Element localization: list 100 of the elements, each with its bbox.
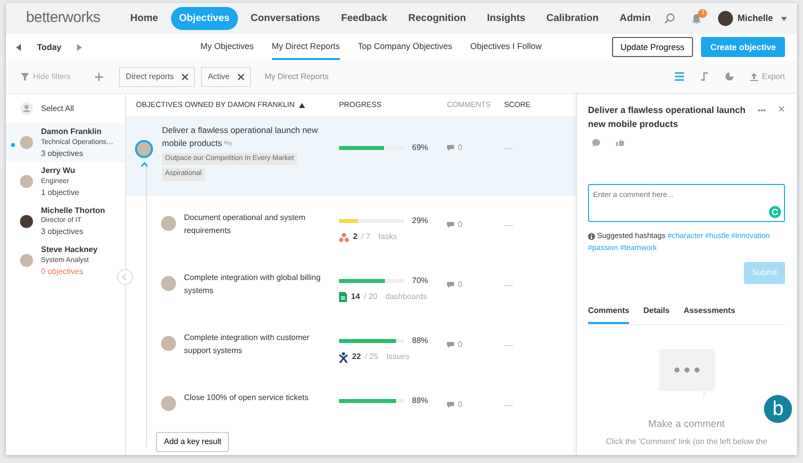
total-count: / 25	[364, 351, 378, 363]
filter-chip[interactable]: Active	[200, 66, 251, 86]
comment-icon[interactable]	[447, 222, 454, 228]
score-value: —	[504, 399, 513, 412]
comments-icon	[224, 140, 232, 146]
search-icon[interactable]	[664, 13, 676, 24]
person-name: Michelle Thorton	[41, 204, 105, 216]
person-name: Jerry Wu	[41, 165, 76, 177]
nav-tab[interactable]: Insights	[479, 7, 534, 30]
score-value: —	[504, 142, 513, 155]
more-menu[interactable]: •••	[758, 105, 766, 131]
next-icon[interactable]	[77, 44, 82, 50]
score-value: —	[504, 339, 513, 352]
nav-tab[interactable]: Calibration	[538, 7, 607, 30]
filter-icon[interactable]	[21, 72, 29, 80]
previous-icon[interactable]	[16, 44, 21, 50]
collapse-icon[interactable]	[117, 269, 133, 285]
key-result-row[interactable]: Complete integration with customer support systems 88% 22 / 25 Issues 0 —	[126, 316, 576, 376]
key-result-title[interactable]: Document operational and system requirements	[184, 196, 334, 256]
filter-chip[interactable]: Direct reports	[118, 66, 195, 86]
avatar	[161, 216, 176, 231]
comment-icon[interactable]	[592, 139, 600, 147]
key-result-row[interactable]: Document operational and system requirements 29% 2 / 7 tasks 0 —	[126, 196, 576, 256]
period-label: Today	[37, 40, 62, 54]
panel-title: Deliver a flawless operational launch new mobile products	[588, 104, 747, 131]
progress-percent: 88%	[412, 335, 428, 347]
avatar	[161, 396, 176, 411]
nav-tab[interactable]: Admin	[612, 7, 659, 30]
comment-icon[interactable]	[447, 282, 454, 288]
dots-icon	[339, 232, 349, 242]
source-unit: dashboards	[385, 291, 428, 303]
caret-icon[interactable]	[781, 16, 787, 20]
comment-count: 0	[458, 279, 462, 291]
progress-percent: 69%	[412, 142, 428, 154]
speech-bubble-icon	[658, 349, 714, 401]
view-tab[interactable]: My Objectives	[200, 34, 254, 60]
view-tab[interactable]: Objectives I Follow	[470, 34, 542, 60]
avatar	[161, 336, 176, 351]
key-result-title[interactable]: Complete integration with customer support systems	[184, 316, 334, 376]
select-all-option[interactable]: Select All	[41, 102, 74, 114]
empty-title: Make a comment	[648, 418, 725, 432]
chart-view-icon[interactable]	[724, 72, 734, 81]
thumbs-up-icon[interactable]	[616, 139, 624, 146]
document-icon	[339, 292, 347, 302]
remove-icon[interactable]	[238, 74, 244, 80]
empty-text: Click the 'Comment' link (on the left below the	[606, 436, 768, 448]
sort-icon[interactable]	[298, 102, 305, 108]
bell-icon[interactable]	[691, 12, 702, 24]
source-unit: tasks	[378, 231, 398, 243]
nav-tab[interactable]: Home	[122, 7, 166, 30]
comment-count: 0	[458, 339, 462, 351]
comment-icon[interactable]	[447, 342, 454, 348]
refresh-icon[interactable]	[769, 206, 781, 218]
objective-title[interactable]: Deliver a flawless operational launch new mobile products	[162, 124, 339, 150]
progress-percent: 70%	[412, 275, 428, 287]
score-value: —	[504, 279, 513, 292]
view-tab[interactable]: Top Company Objectives	[358, 34, 452, 60]
panel-tab[interactable]: Assessments	[684, 300, 736, 324]
figure-icon	[339, 352, 348, 362]
panel-tab[interactable]: Comments	[588, 300, 630, 324]
remove-icon[interactable]	[182, 74, 188, 80]
comment-icon[interactable]	[447, 145, 454, 151]
chevron-up-icon[interactable]	[140, 162, 148, 167]
comment-count: 0	[458, 142, 462, 154]
panel-tab[interactable]: Details	[643, 300, 670, 324]
objective-count: 3 objectives	[41, 148, 84, 160]
done-count: 2	[353, 231, 358, 243]
list-view-icon[interactable]	[674, 72, 684, 81]
nav-tab[interactable]: Recognition	[400, 7, 474, 30]
user-menu[interactable]: Michelle	[737, 12, 773, 26]
nav-tab[interactable]: Conversations	[242, 7, 328, 30]
progress-percent: 29%	[412, 215, 428, 227]
avatar	[135, 140, 153, 158]
key-result-row[interactable]: Complete integration with global billing systems 70% 14 / 20 dashboards 0 —	[126, 256, 576, 316]
total-count: / 7	[361, 231, 370, 243]
add-key-result-button[interactable]: Add a key result	[156, 432, 230, 452]
comment-count: 0	[458, 219, 462, 231]
comment-count: 0	[458, 399, 462, 411]
tree-view-icon[interactable]	[700, 72, 709, 81]
done-count: 22	[352, 351, 361, 363]
group-icon[interactable]	[20, 102, 33, 115]
filter-scope: My Direct Reports	[264, 70, 329, 82]
objective-count: 3 objectives	[41, 226, 84, 238]
person-name: Damon Franklin	[41, 126, 102, 138]
update-progress-button[interactable]: Update Progress	[612, 36, 694, 58]
upload-icon[interactable]	[750, 72, 758, 80]
comment-icon[interactable]	[447, 402, 454, 408]
chat-button[interactable]: b	[764, 395, 792, 423]
brand-logo: betterworks	[26, 8, 100, 28]
total-count: / 20	[364, 291, 378, 303]
close-button[interactable]: ×	[778, 103, 785, 131]
info-icon	[588, 232, 595, 240]
done-count: 14	[351, 291, 360, 303]
add-icon[interactable]	[94, 72, 103, 80]
avatar[interactable]	[718, 11, 734, 26]
person-name: Steve Hackney	[41, 244, 98, 256]
key-result-title[interactable]: Complete integration with global billing systems	[184, 256, 334, 316]
selected-dot	[11, 142, 15, 147]
nav-tab[interactable]: Feedback	[333, 7, 396, 30]
objective-count: 0 objectives	[41, 266, 84, 278]
